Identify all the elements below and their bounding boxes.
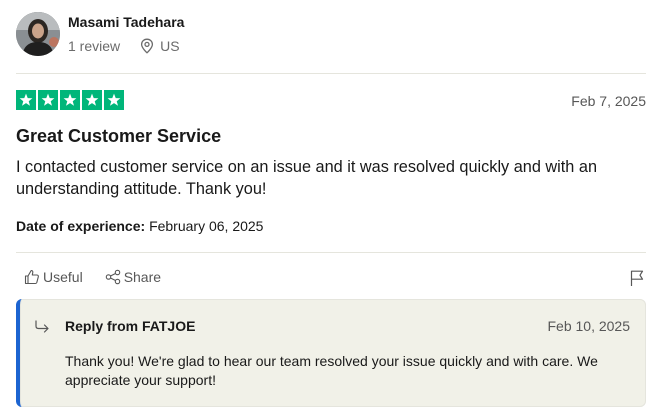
share-label: Share — [123, 269, 162, 285]
user-photo-icon — [16, 12, 60, 56]
star-icon — [82, 90, 102, 110]
reviewer-header: Masami Tadehara 1 review US — [16, 12, 646, 58]
location-pin-icon — [140, 38, 154, 54]
date-of-experience: Date of experience: February 06, 2025 — [16, 218, 263, 234]
star-icon — [16, 90, 36, 110]
reply-from: Reply from FATJOE — [65, 318, 196, 334]
reviewer-country: US — [160, 38, 180, 54]
reviewer-name[interactable]: Masami Tadehara — [68, 14, 184, 30]
reply-body: Thank you! We're glad to hear our team r… — [65, 353, 598, 388]
company-reply: Reply from FATJOE Feb 10, 2025 Thank you… — [16, 299, 646, 407]
star-icon — [38, 90, 58, 110]
review-title[interactable]: Great Customer Service — [16, 126, 221, 147]
experience-label: Date of experience: — [16, 218, 146, 234]
useful-label: Useful — [43, 269, 83, 285]
star-rating — [16, 90, 124, 110]
reply-arrow-icon — [34, 318, 52, 336]
review-actions: Useful Share — [24, 269, 183, 285]
avatar[interactable] — [16, 12, 60, 56]
actions-divider — [16, 252, 646, 253]
experience-date: February 06, 2025 — [149, 218, 264, 234]
review-body: I contacted customer service on an issue… — [16, 158, 597, 198]
star-icon — [60, 90, 80, 110]
thumbs-up-icon — [24, 269, 40, 285]
reviewer-meta: 1 review US — [68, 38, 180, 54]
review-date: Feb 7, 2025 — [571, 93, 646, 109]
review-card: Masami Tadehara 1 review US Feb 7, 2025 … — [16, 0, 646, 419]
flag-icon[interactable] — [628, 269, 646, 287]
reply-date: Feb 10, 2025 — [547, 318, 630, 334]
useful-button[interactable]: Useful — [24, 269, 83, 285]
header-divider — [16, 73, 646, 74]
share-icon — [105, 269, 121, 285]
review-count: 1 review — [68, 38, 121, 54]
share-button[interactable]: Share — [105, 269, 161, 285]
star-icon — [104, 90, 124, 110]
